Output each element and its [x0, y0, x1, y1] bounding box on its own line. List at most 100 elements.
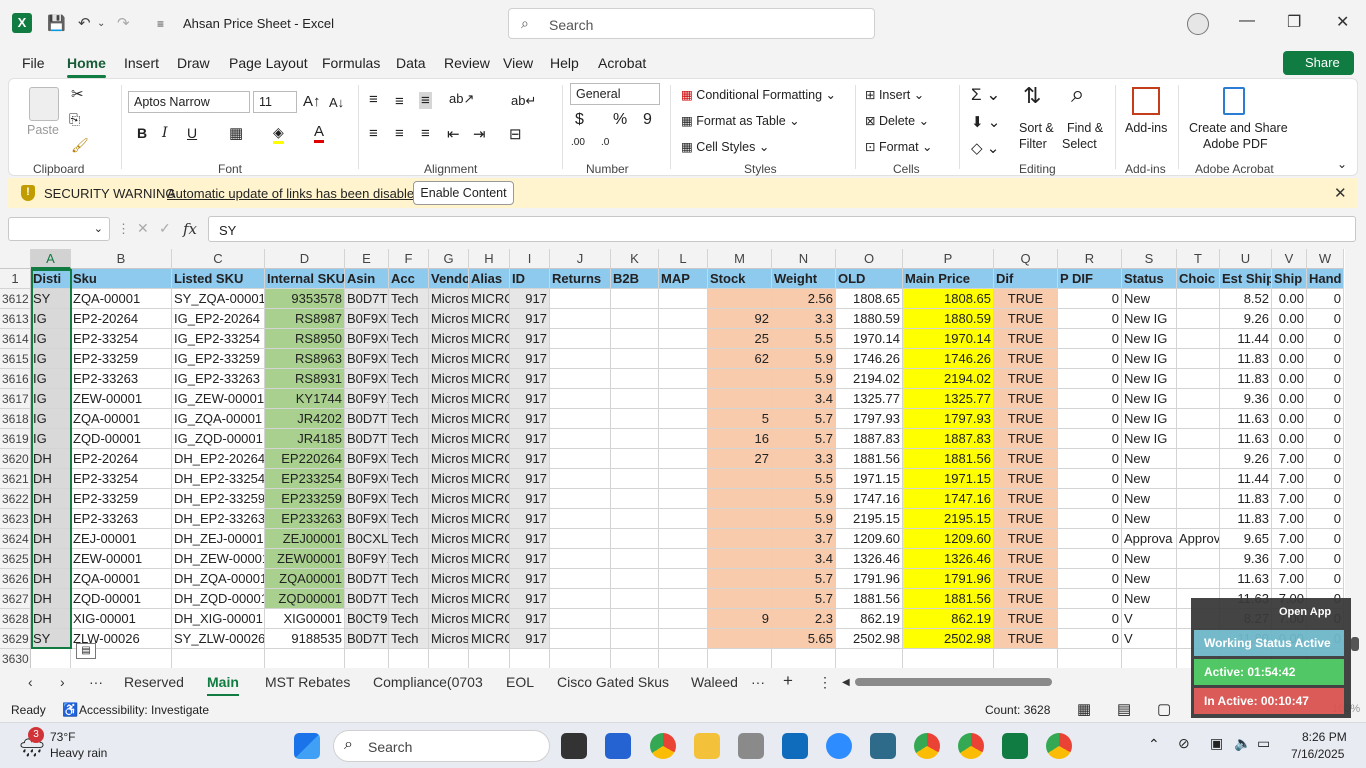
table-cell[interactable]: IG: [31, 349, 71, 369]
table-cell[interactable]: Tech: [389, 349, 429, 369]
table-cell[interactable]: Tech: [389, 309, 429, 329]
table-cell[interactable]: [708, 629, 772, 649]
table-cell[interactable]: [550, 629, 611, 649]
select-all-corner[interactable]: [0, 249, 31, 269]
column-header-h[interactable]: H: [469, 249, 510, 269]
column-title[interactable]: Est Ship: [1220, 269, 1272, 289]
table-cell[interactable]: 917: [510, 569, 550, 589]
table-cell[interactable]: JR4185: [265, 429, 345, 449]
table-cell[interactable]: TRUE: [994, 469, 1058, 489]
table-cell[interactable]: 0: [1307, 289, 1344, 309]
table-cell[interactable]: [611, 429, 659, 449]
fill-icon[interactable]: ⬇ ⌄: [971, 113, 1000, 131]
share-button[interactable]: Share: [1283, 51, 1354, 75]
spreadsheet-grid[interactable]: A B C D E F G H I J K L M N O P Q R S T U V W 1 Disti Sku Listed S…: [0, 249, 1345, 668]
table-cell[interactable]: B0F9X0: [345, 469, 389, 489]
column-header-g[interactable]: G: [429, 249, 469, 269]
add-ins-label[interactable]: Add-ins: [1125, 121, 1167, 135]
table-cell[interactable]: RS8931: [265, 369, 345, 389]
table-cell[interactable]: [389, 649, 429, 668]
tab-help[interactable]: Help: [550, 55, 579, 71]
table-cell[interactable]: 0: [1307, 409, 1344, 429]
table-cell[interactable]: DH_ZEJ-00001: [172, 529, 265, 549]
table-cell[interactable]: New: [1122, 469, 1177, 489]
row-header[interactable]: 3622: [0, 489, 31, 509]
table-cell[interactable]: 11.63: [1220, 429, 1272, 449]
table-cell[interactable]: B0F9XE: [345, 349, 389, 369]
table-cell[interactable]: [611, 589, 659, 609]
table-cell[interactable]: TRUE: [994, 449, 1058, 469]
table-cell[interactable]: 7.00: [1272, 509, 1307, 529]
create-pdf-label-2[interactable]: Adobe PDF: [1203, 137, 1268, 151]
table-cell[interactable]: EP233259: [265, 489, 345, 509]
table-cell[interactable]: DH: [31, 509, 71, 529]
table-cell[interactable]: TRUE: [994, 289, 1058, 309]
table-cell[interactable]: Micros: [429, 469, 469, 489]
insert-function-icon[interactable]: fx: [183, 220, 197, 238]
underline-icon[interactable]: U: [187, 125, 197, 141]
battery-icon[interactable]: ▭: [1257, 735, 1270, 752]
sort-filter-label-1[interactable]: Sort &: [1019, 121, 1054, 135]
table-cell[interactable]: [708, 489, 772, 509]
table-cell[interactable]: TRUE: [994, 529, 1058, 549]
table-cell[interactable]: Micros: [429, 449, 469, 469]
column-header-n[interactable]: N: [772, 249, 836, 269]
column-title[interactable]: B2B: [611, 269, 659, 289]
table-cell[interactable]: 9: [708, 609, 772, 629]
table-cell[interactable]: 1971.15: [903, 469, 994, 489]
table-cell[interactable]: DH_EP2-33254: [172, 469, 265, 489]
table-cell[interactable]: Tech: [389, 389, 429, 409]
table-cell[interactable]: 11.63: [1220, 569, 1272, 589]
table-cell[interactable]: Micros: [429, 329, 469, 349]
table-cell[interactable]: ZQA00001: [265, 569, 345, 589]
table-cell[interactable]: MICRO: [469, 549, 510, 569]
add-ins-icon[interactable]: [1132, 87, 1160, 115]
chrome-icon[interactable]: [650, 733, 676, 759]
table-cell[interactable]: 1887.83: [903, 429, 994, 449]
more-sheets-icon[interactable]: ···: [751, 674, 765, 690]
table-cell[interactable]: 5.9: [772, 369, 836, 389]
column-title[interactable]: Sku: [71, 269, 172, 289]
chrome-profile-3-icon[interactable]: [1046, 733, 1072, 759]
table-cell[interactable]: 0: [1058, 549, 1122, 569]
sheet-tab-compliance[interactable]: Compliance(0703: [373, 674, 483, 690]
table-cell[interactable]: 917: [510, 369, 550, 389]
taskbar-search[interactable]: ⌕ Search: [333, 730, 550, 762]
table-cell[interactable]: MICRO: [469, 309, 510, 329]
table-cell[interactable]: IG: [31, 309, 71, 329]
table-cell[interactable]: RS8963: [265, 349, 345, 369]
column-title[interactable]: MAP: [659, 269, 708, 289]
table-cell[interactable]: 0: [1307, 569, 1344, 589]
table-cell[interactable]: 5.9: [772, 349, 836, 369]
column-header-v[interactable]: V: [1272, 249, 1307, 269]
column-header-t[interactable]: T: [1177, 249, 1220, 269]
store-icon[interactable]: [605, 733, 631, 759]
table-cell[interactable]: B0D7TI: [345, 289, 389, 309]
decrease-font-icon[interactable]: A↓: [329, 95, 344, 110]
table-cell[interactable]: [550, 289, 611, 309]
table-cell[interactable]: TRUE: [994, 329, 1058, 349]
tab-file[interactable]: File: [22, 55, 45, 71]
find-select-label-2[interactable]: Select: [1062, 137, 1097, 151]
table-cell[interactable]: MICRO: [469, 349, 510, 369]
table-cell[interactable]: 1747.16: [903, 489, 994, 509]
enable-content-button[interactable]: Enable Content: [413, 181, 514, 205]
options-icon[interactable]: ⋮: [818, 674, 832, 691]
table-cell[interactable]: 1791.96: [836, 569, 903, 589]
table-cell[interactable]: 7.00: [1272, 469, 1307, 489]
table-cell[interactable]: 1881.56: [836, 449, 903, 469]
table-cell[interactable]: ZQA-00001: [71, 569, 172, 589]
table-cell[interactable]: B0D7TI: [345, 409, 389, 429]
column-title[interactable]: Dif: [994, 269, 1058, 289]
table-cell[interactable]: MICRO: [469, 629, 510, 649]
table-cell[interactable]: SY: [31, 629, 71, 649]
table-cell[interactable]: 9.36: [1220, 549, 1272, 569]
table-cell[interactable]: Micros: [429, 629, 469, 649]
undo-dropdown-icon[interactable]: ⌄: [97, 18, 105, 29]
close-warning-icon[interactable]: ✕: [1334, 184, 1347, 202]
table-cell[interactable]: B0F9XD: [345, 369, 389, 389]
table-cell[interactable]: Micros: [429, 529, 469, 549]
table-cell[interactable]: 917: [510, 389, 550, 409]
table-cell[interactable]: 917: [510, 609, 550, 629]
copy-icon[interactable]: ⎘: [69, 111, 80, 128]
